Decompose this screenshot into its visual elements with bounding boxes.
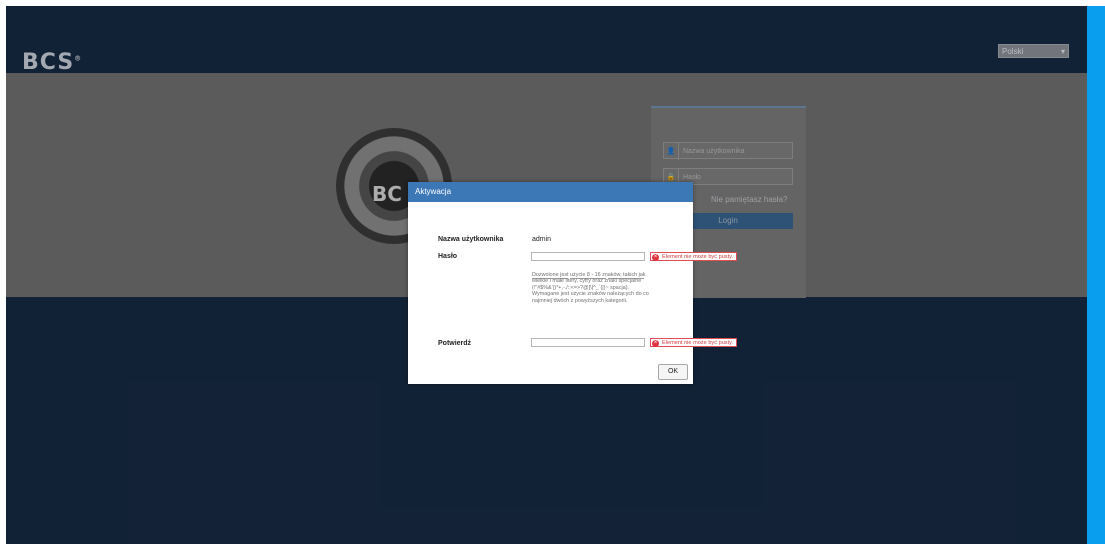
password-input[interactable] <box>531 252 645 261</box>
password-label: Hasło <box>438 253 458 260</box>
error-icon: × <box>652 253 659 261</box>
confirm-error: × Element nie może być pusty. <box>650 338 738 347</box>
password-error: × Element nie może być pusty. <box>650 252 738 261</box>
password-hint: Dozwolone jest użycie 8 - 16 znaków, tak… <box>532 272 649 304</box>
ok-button[interactable]: OK <box>658 364 688 380</box>
error-icon: × <box>652 339 659 347</box>
username-value: admin <box>532 236 552 243</box>
confirm-label: Potwierdź <box>438 340 472 347</box>
page-scrollbar[interactable] <box>1087 6 1105 544</box>
password-strength-meter <box>532 266 647 279</box>
app-window: BCS® Polski ▾ BC 👤 Nazwa użytkownika 🔒 Has… <box>6 6 1087 544</box>
dialog-title: Aktywacja <box>408 182 693 202</box>
activation-dialog: Aktywacja Nazwa użytkownika admin Hasło … <box>408 182 738 384</box>
confirm-input[interactable] <box>531 338 645 347</box>
username-label: Nazwa użytkownika <box>438 236 504 243</box>
